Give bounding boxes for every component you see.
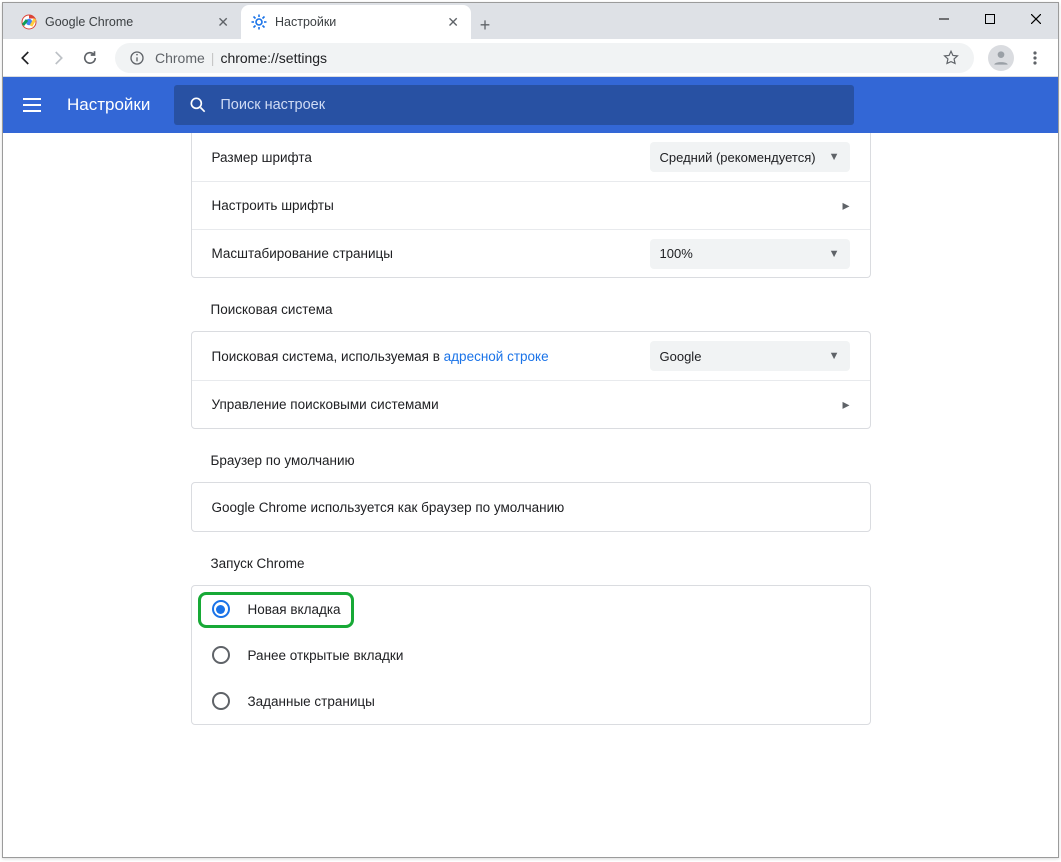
window-controls bbox=[921, 4, 1059, 34]
font-size-label: Размер шрифта bbox=[212, 150, 650, 165]
reload-button[interactable] bbox=[75, 43, 105, 73]
bookmark-star-icon[interactable] bbox=[942, 49, 960, 67]
new-tab-button[interactable]: + bbox=[471, 11, 499, 39]
address-bar[interactable]: Chrome | chrome://settings bbox=[115, 43, 974, 73]
tabstrip: Google Chrome ✕ Настройки ✕ + bbox=[3, 3, 1058, 39]
tab-title: Настройки bbox=[275, 15, 336, 29]
browser-tab-google-chrome[interactable]: Google Chrome ✕ bbox=[11, 5, 241, 39]
search-icon bbox=[188, 95, 208, 115]
omnibox-scheme: Chrome bbox=[155, 50, 205, 66]
profile-avatar[interactable] bbox=[988, 45, 1014, 71]
close-tab-icon[interactable]: ✕ bbox=[215, 12, 231, 33]
caret-down-icon: ▼ bbox=[829, 350, 840, 362]
section-title-default-browser: Браузер по умолчанию bbox=[191, 429, 871, 482]
close-button[interactable] bbox=[1013, 4, 1059, 34]
settings-search-input[interactable] bbox=[220, 97, 840, 113]
address-bar-link[interactable]: адресной строке bbox=[444, 349, 549, 364]
radio-icon[interactable] bbox=[212, 692, 230, 710]
caret-down-icon: ▼ bbox=[829, 151, 840, 163]
font-size-row: Размер шрифта Средний (рекомендуется) ▼ bbox=[192, 133, 870, 181]
chrome-icon bbox=[21, 14, 37, 30]
chevron-right-icon: ▸ bbox=[842, 197, 849, 214]
site-info-icon[interactable] bbox=[129, 50, 145, 66]
default-browser-status-row: Google Chrome используется как браузер п… bbox=[192, 483, 870, 531]
minimize-button[interactable] bbox=[921, 4, 967, 34]
browser-menu-button[interactable] bbox=[1020, 43, 1050, 73]
settings-search[interactable] bbox=[174, 85, 854, 125]
maximize-button[interactable] bbox=[967, 4, 1013, 34]
font-size-select[interactable]: Средний (рекомендуется) ▼ bbox=[650, 142, 850, 172]
forward-button[interactable] bbox=[43, 43, 73, 73]
radio-icon[interactable] bbox=[212, 600, 230, 618]
radio-icon[interactable] bbox=[212, 646, 230, 664]
manage-search-engines-row[interactable]: Управление поисковыми системами ▸ bbox=[192, 380, 870, 428]
close-tab-icon[interactable]: ✕ bbox=[445, 12, 461, 33]
hamburger-menu-button[interactable] bbox=[23, 93, 47, 117]
page-zoom-select[interactable]: 100% ▼ bbox=[650, 239, 850, 269]
page-title: Настройки bbox=[67, 95, 150, 115]
browser-tab-settings[interactable]: Настройки ✕ bbox=[241, 5, 471, 39]
startup-option-continue[interactable]: Ранее открытые вкладки bbox=[192, 632, 870, 678]
startup-option-new-tab[interactable]: Новая вкладка bbox=[192, 586, 870, 632]
caret-down-icon: ▼ bbox=[829, 248, 840, 260]
search-engine-select[interactable]: Google ▼ bbox=[650, 341, 850, 371]
chevron-right-icon: ▸ bbox=[842, 396, 849, 413]
search-engine-row: Поисковая система, используемая в адресн… bbox=[192, 332, 870, 380]
section-title-search-engine: Поисковая система bbox=[191, 278, 871, 331]
startup-option-specific-pages[interactable]: Заданные страницы bbox=[192, 678, 870, 724]
tab-title: Google Chrome bbox=[45, 15, 133, 29]
back-button[interactable] bbox=[11, 43, 41, 73]
section-title-on-startup: Запуск Chrome bbox=[191, 532, 871, 585]
browser-toolbar: Chrome | chrome://settings bbox=[3, 39, 1058, 77]
customize-fonts-row[interactable]: Настроить шрифты ▸ bbox=[192, 181, 870, 229]
gear-icon bbox=[251, 14, 267, 30]
omnibox-url: chrome://settings bbox=[220, 50, 327, 66]
page-zoom-row: Масштабирование страницы 100% ▼ bbox=[192, 229, 870, 277]
settings-header: Настройки bbox=[3, 77, 1058, 133]
settings-scroll-area[interactable]: Размер шрифта Средний (рекомендуется) ▼ … bbox=[3, 133, 1058, 857]
